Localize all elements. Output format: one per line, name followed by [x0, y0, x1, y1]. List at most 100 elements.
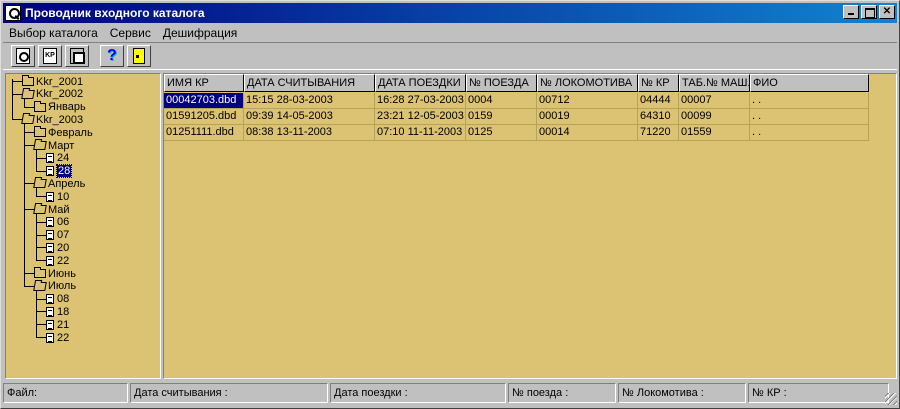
- table-cell: 00019: [537, 109, 638, 125]
- file-icon: [46, 294, 54, 305]
- maximize-button[interactable]: [861, 5, 877, 19]
- menu-service[interactable]: Сервис: [104, 26, 157, 40]
- column-header[interactable]: ИМЯ КР: [164, 74, 244, 92]
- table-cell: 04444: [638, 93, 679, 109]
- tree-node[interactable]: Февраль: [34, 126, 93, 139]
- table-cell: 00014: [537, 125, 638, 141]
- app-magnifier-icon[interactable]: [5, 5, 21, 21]
- table-cell: . .: [750, 93, 869, 109]
- tree-node[interactable]: Январь: [34, 100, 86, 114]
- table-cell: 00712: [537, 93, 638, 109]
- tape-button[interactable]: [65, 45, 89, 67]
- tree-node[interactable]: 20: [46, 241, 69, 254]
- tree-node[interactable]: 18: [46, 305, 69, 318]
- tree-node-label: Июнь: [48, 267, 76, 280]
- table-row[interactable]: 00042703.dbd 15:15 28-03-2003 16:28 27-03-…: [164, 93, 869, 109]
- tree-node[interactable]: 07: [46, 229, 69, 242]
- tree-node[interactable]: Март: [33, 139, 74, 152]
- tree-node[interactable]: Kkr_2001: [22, 75, 83, 88]
- table-cell: 09:39 14-05-2003: [244, 109, 375, 125]
- table-cell: 16:28 27-03-2003: [375, 93, 466, 109]
- tree-node[interactable]: 22: [46, 254, 69, 267]
- tree-node-label: 18: [57, 305, 70, 318]
- menu-select-catalog[interactable]: Выбор каталога: [3, 26, 104, 40]
- tree-node[interactable]: 21: [46, 318, 69, 331]
- table-cell: 00099: [679, 109, 750, 125]
- tree-node-label: Февраль: [48, 126, 93, 139]
- tree-connector: [12, 93, 22, 95]
- table-cell: . .: [750, 125, 869, 141]
- tree-connector: [36, 247, 46, 249]
- tree-node[interactable]: 10: [46, 190, 69, 203]
- tape-icon: [70, 48, 85, 64]
- status-field: № поезда :: [508, 383, 616, 403]
- tree-node[interactable]: 06: [46, 216, 69, 229]
- table-row[interactable]: 01591205.dbd 09:39 14-05-2003 23:21 12-05-…: [164, 109, 869, 125]
- minimize-button[interactable]: [843, 5, 859, 19]
- exit-button[interactable]: [127, 45, 151, 67]
- tree-connector: [12, 119, 22, 121]
- tree-connector: [36, 188, 37, 197]
- tree-connector: [36, 234, 46, 236]
- column-header[interactable]: № КР: [638, 74, 679, 92]
- folder-icon: [34, 100, 46, 112]
- help-button[interactable]: ?: [100, 45, 124, 67]
- magnifier-icon: [16, 48, 30, 64]
- file-icon: [46, 166, 54, 177]
- tree-connector: [36, 298, 46, 300]
- records-grid[interactable]: ИМЯ КР ДАТА СЧИТЫВАНИЯ ДАТА ПОЕЗДКИ № ПОЕЗД…: [163, 73, 897, 379]
- tree-node[interactable]: 24: [46, 152, 69, 165]
- file-icon: [46, 255, 54, 266]
- tree-node[interactable]: Апрель: [33, 177, 85, 190]
- toolbar: KP ?: [3, 42, 897, 70]
- column-header[interactable]: № ПОЕЗДА: [466, 74, 537, 92]
- tree-node-label: 22: [57, 254, 70, 267]
- kr-button[interactable]: KP: [38, 45, 62, 67]
- tree-connector: [36, 290, 37, 337]
- tree-connector: [24, 145, 34, 146]
- tree-node-label: 08: [57, 293, 70, 306]
- tree-connector: [24, 273, 34, 274]
- catalog-tree[interactable]: Kkr_2001 Kkr_2002 Январь Kkr_2003 Февраль Мар…: [5, 73, 161, 379]
- tree-node[interactable]: Июнь: [34, 267, 76, 280]
- tree-connector: [36, 311, 46, 313]
- tree-node-label: 10: [57, 190, 70, 203]
- menu-decipher[interactable]: Дешифрация: [157, 26, 243, 40]
- column-header[interactable]: ДАТА СЧИТЫВАНИЯ: [244, 74, 375, 92]
- folder-open-icon: [21, 89, 35, 99]
- tree-connector: [36, 324, 46, 326]
- resize-grip-icon[interactable]: [885, 393, 897, 405]
- column-header[interactable]: ТАБ.№ МАШ.: [679, 74, 750, 92]
- tree-node[interactable]: Май: [33, 203, 70, 216]
- tree-node-label: 28: [55, 164, 73, 179]
- tree-node[interactable]: 08: [46, 293, 69, 306]
- column-header[interactable]: № ЛОКОМОТИВА: [537, 74, 638, 92]
- search-button[interactable]: [11, 45, 35, 67]
- file-icon: [46, 153, 54, 164]
- tree-connector: [24, 285, 34, 287]
- help-icon: ?: [107, 47, 117, 64]
- tree-node[interactable]: Kkr_2002: [21, 88, 83, 101]
- tree-node-label: Kkr_2003: [36, 113, 84, 126]
- tree-node[interactable]: Kkr_2003: [21, 113, 84, 126]
- table-cell: 01559: [679, 125, 750, 141]
- main-window: Проводник входного каталога ✕ Выбор ката…: [0, 0, 900, 409]
- tree-node[interactable]: 28: [46, 164, 73, 179]
- file-icon: [46, 332, 54, 343]
- close-button[interactable]: ✕: [879, 5, 895, 19]
- tree-connector: [36, 214, 37, 261]
- tree-node-label: 24: [57, 152, 70, 165]
- tree-node-label: Май: [48, 203, 70, 216]
- column-header[interactable]: ДАТА ПОЕЗДКИ: [375, 74, 466, 92]
- table-cell: 64310: [638, 109, 679, 125]
- title-bar[interactable]: Проводник входного каталога ✕: [3, 3, 897, 23]
- tree-node[interactable]: Июль: [33, 280, 76, 293]
- tree-node-label: 20: [57, 241, 70, 254]
- tree-node-label: Kkr_2001: [36, 75, 84, 88]
- table-cell: 0004: [466, 93, 537, 109]
- table-row[interactable]: 01251111.dbd 08:38 13-11-2003 07:10 11-11-…: [164, 125, 869, 141]
- tree-connector: [36, 196, 46, 198]
- tree-node[interactable]: 22: [46, 331, 69, 344]
- column-header[interactable]: ФИО: [750, 74, 869, 92]
- tree-connector: [36, 157, 46, 159]
